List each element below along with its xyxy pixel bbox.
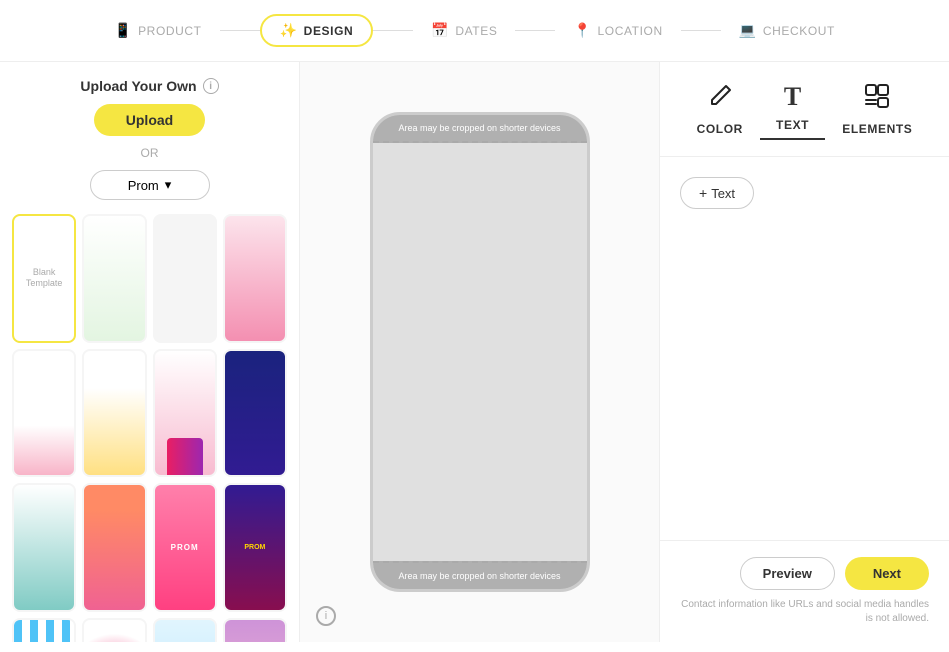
template-6[interactable]	[153, 349, 217, 478]
template-12[interactable]	[12, 618, 76, 643]
template-3[interactable]	[223, 214, 287, 343]
nav-step-checkout-label: CHECKOUT	[763, 24, 835, 38]
nav-step-design-label: DESIGN	[304, 24, 354, 38]
text-tool-label: TEXT	[776, 118, 809, 132]
upload-info-icon[interactable]: i	[203, 78, 219, 94]
upload-button[interactable]: Upload	[94, 104, 205, 136]
right-content-area: + Text	[660, 157, 949, 540]
phone-bottom-bar-text: Area may be cropped on shorter devices	[398, 571, 560, 581]
template-10[interactable]: PROM	[153, 483, 217, 612]
template-9[interactable]	[82, 483, 146, 612]
template-8[interactable]	[12, 483, 76, 612]
nav-step-design[interactable]: ✨ DESIGN	[260, 14, 374, 47]
text-t-icon: T	[784, 82, 801, 112]
phone-top-bar-text: Area may be cropped on shorter devices	[398, 123, 560, 133]
elements-icon	[863, 82, 891, 116]
nav-connector-2	[373, 30, 413, 31]
template-7[interactable]	[223, 349, 287, 478]
template-4[interactable]	[12, 349, 76, 478]
color-pencil-icon	[706, 82, 734, 116]
add-text-button[interactable]: + Text	[680, 177, 754, 209]
color-tool-label: COLOR	[697, 122, 743, 136]
design-icon: ✨	[280, 22, 298, 39]
nav-step-product-label: PRODUCT	[138, 24, 202, 38]
template-2[interactable]	[153, 214, 217, 343]
category-dropdown[interactable]: Prom ▾	[90, 170, 210, 200]
template-11[interactable]: PROM	[223, 483, 287, 612]
right-panel: COLOR T TEXT ELEMENTS	[659, 62, 949, 642]
blank-template-label: Blank Template	[14, 267, 74, 289]
nav-connector-1	[220, 30, 260, 31]
add-text-label: Text	[711, 186, 735, 201]
nav-step-location[interactable]: 📍 LOCATION	[555, 16, 680, 45]
tool-elements[interactable]: ELEMENTS	[826, 78, 928, 140]
top-navigation: 📱 PRODUCT ✨ DESIGN 📅 DATES 📍 LOCATION 💻 …	[0, 0, 949, 62]
category-label: Prom	[128, 178, 159, 193]
nav-connector-4	[681, 30, 721, 31]
center-panel: Area may be cropped on shorter devices A…	[300, 62, 659, 642]
template-15[interactable]	[223, 618, 287, 643]
nav-step-dates-label: DATES	[455, 24, 497, 38]
nav-connector-3	[515, 30, 555, 31]
phone-content	[373, 143, 587, 561]
left-panel: Upload Your Own i Upload OR Prom ▾ Blank…	[0, 62, 300, 642]
tools-toolbar: COLOR T TEXT ELEMENTS	[660, 62, 949, 157]
template-13[interactable]	[82, 618, 146, 643]
next-button[interactable]: Next	[845, 557, 929, 590]
template-1[interactable]	[82, 214, 146, 343]
phone-bottom-bar: Area may be cropped on shorter devices	[373, 561, 587, 589]
nav-step-location-label: LOCATION	[598, 24, 663, 38]
right-bottom-actions: Preview Next Contact information like UR…	[660, 540, 949, 642]
phone-top-bar: Area may be cropped on shorter devices	[373, 115, 587, 143]
tool-color[interactable]: COLOR	[681, 78, 759, 140]
nav-step-dates[interactable]: 📅 DATES	[413, 16, 515, 45]
center-info-icon[interactable]: i	[316, 606, 336, 626]
checkout-icon: 💻	[739, 22, 757, 39]
template-5[interactable]	[82, 349, 146, 478]
nav-step-checkout[interactable]: 💻 CHECKOUT	[721, 16, 853, 45]
disclaimer-text: Contact information like URLs and social…	[680, 598, 929, 626]
chevron-down-icon: ▾	[165, 177, 172, 193]
template-blank[interactable]: Blank Template	[12, 214, 76, 343]
or-divider: OR	[12, 146, 287, 160]
elements-tool-label: ELEMENTS	[842, 122, 912, 136]
dates-icon: 📅	[431, 22, 449, 39]
tool-text[interactable]: T TEXT	[760, 78, 825, 140]
phone-mockup: Area may be cropped on shorter devices A…	[370, 112, 590, 592]
action-buttons: Preview Next	[740, 557, 929, 590]
plus-icon: +	[699, 185, 707, 201]
upload-section-title: Upload Your Own i	[12, 78, 287, 94]
template-14[interactable]	[153, 618, 217, 643]
template-grid: Blank Template	[12, 214, 287, 642]
nav-step-product[interactable]: 📱 PRODUCT	[96, 16, 220, 45]
upload-title-text: Upload Your Own	[80, 78, 196, 94]
preview-button[interactable]: Preview	[740, 557, 835, 590]
product-icon: 📱	[114, 22, 132, 39]
location-icon: 📍	[573, 22, 591, 39]
main-content: Upload Your Own i Upload OR Prom ▾ Blank…	[0, 62, 949, 642]
